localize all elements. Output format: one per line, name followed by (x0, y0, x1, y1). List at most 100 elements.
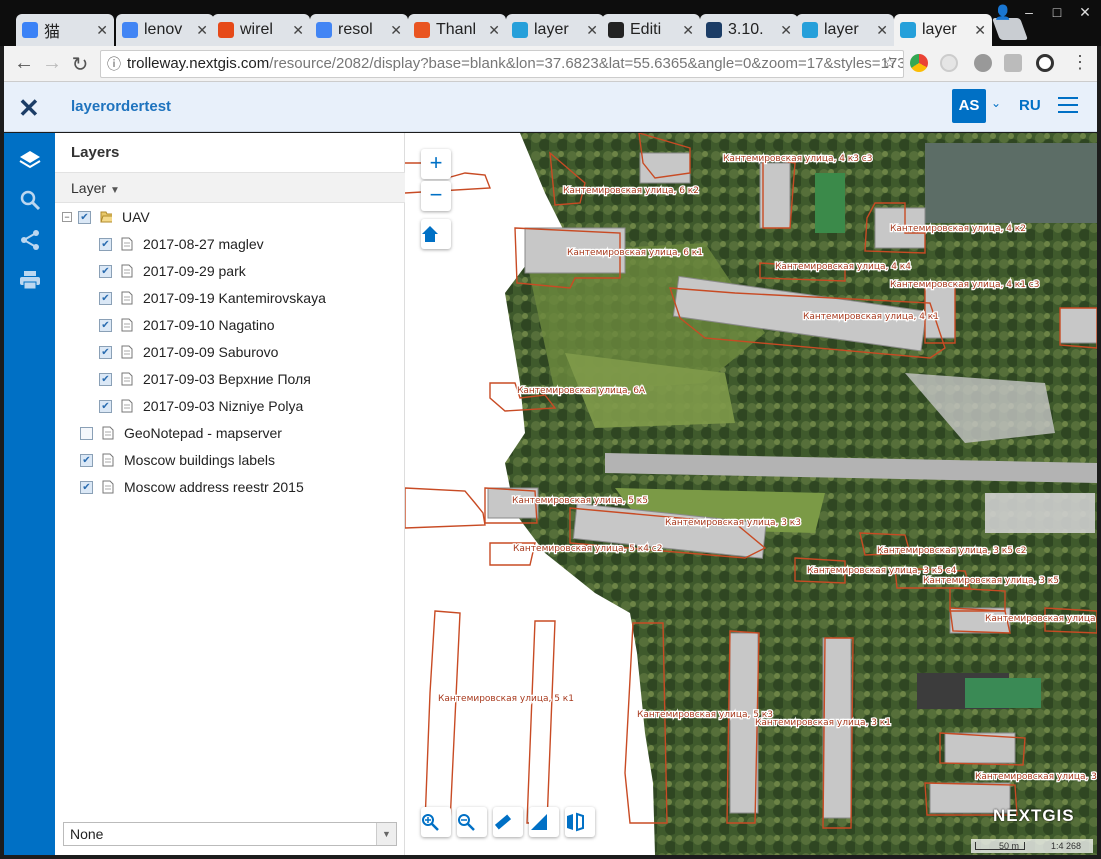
layers-panel: Layers Layer ▼ − ✔ UAV ✔ 2017-08-27 maglev ✔ 20… (55, 133, 405, 855)
layer-row[interactable]: ✔ 2017-09-09 Saburovo (99, 340, 278, 364)
layer-checkbox[interactable]: ✔ (99, 237, 112, 251)
layer-row[interactable]: ✔ Moscow buildings labels (80, 448, 275, 472)
browser-tab[interactable]: layer ✕ (506, 14, 604, 46)
forward-icon[interactable]: → (40, 52, 64, 75)
bottom-select[interactable]: None ▼ (63, 822, 397, 846)
ruler-icon (494, 814, 512, 830)
address-bar[interactable]: ⓘ trolleway.nextgis.com/resource/2082/di… (100, 50, 904, 78)
layer-row[interactable]: ✔ Moscow address reestr 2015 (80, 475, 304, 499)
language-switch[interactable]: RU (1019, 97, 1041, 114)
tab-close-icon[interactable]: ✕ (586, 22, 598, 39)
browser-window: 猫 ✕ lenov ✕ wirel ✕ resol ✕ Thanl ✕ layer ✕ Editi ✕ 3.… (0, 0, 1101, 859)
browser-tab[interactable]: resol ✕ (310, 14, 408, 46)
back-icon[interactable]: ← (12, 52, 36, 75)
zoom-out-button[interactable]: − (421, 181, 451, 211)
extension-circle-icon[interactable] (940, 54, 958, 72)
building-address-label: Кантемировская улица, 4 к2 (890, 224, 1026, 234)
minimize-icon[interactable]: – (1016, 2, 1042, 22)
browser-tab[interactable]: layer ✕ (796, 14, 894, 46)
layer-checkbox[interactable]: ✔ (99, 345, 112, 359)
browser-tab[interactable]: layer ✕ (894, 14, 992, 46)
layer-checkbox[interactable]: ✔ (80, 453, 93, 467)
layer-dropdown-label: Layer (71, 180, 107, 196)
home-icon (422, 226, 438, 242)
reload-icon[interactable]: ↻ (68, 52, 92, 77)
zoom-in-tool-button[interactable] (421, 807, 451, 837)
share-icon[interactable] (18, 229, 42, 253)
layers-icon[interactable] (18, 149, 42, 173)
window-close-icon[interactable]: ✕ (1072, 2, 1098, 22)
tab-close-icon[interactable]: ✕ (682, 22, 694, 39)
layer-checkbox[interactable] (80, 426, 93, 440)
layer-label: Moscow address reestr 2015 (124, 479, 304, 495)
tab-close-icon[interactable]: ✕ (292, 22, 304, 39)
layer-row[interactable]: GeoNotepad - mapserver (80, 421, 282, 445)
extension-chat-icon[interactable] (1004, 54, 1022, 72)
browser-tab[interactable]: lenov ✕ (116, 14, 214, 46)
layer-label: 2017-09-19 Kantemirovskaya (143, 290, 326, 306)
layer-label: GeoNotepad - mapserver (124, 425, 282, 441)
google-icon (122, 22, 138, 38)
tab-close-icon[interactable]: ✕ (488, 22, 500, 39)
tab-label: Thanl (436, 21, 477, 38)
layer-checkbox[interactable]: ✔ (99, 318, 112, 332)
layer-row[interactable]: ✔ 2017-09-10 Nagatino (99, 313, 275, 337)
layer-row[interactable]: ✔ 2017-09-19 Kantemirovskaya (99, 286, 326, 310)
chrome-extension-icon[interactable] (910, 54, 928, 72)
browser-tab[interactable]: 3.10. ✕ (700, 14, 798, 46)
layer-group-label: UAV (122, 209, 150, 225)
layer-row[interactable]: ✔ 2017-09-03 Nizniye Polya (99, 394, 303, 418)
measure-distance-button[interactable] (493, 807, 523, 837)
tab-close-icon[interactable]: ✕ (876, 22, 888, 39)
layer-group-row[interactable]: − ✔ UAV (62, 205, 150, 229)
browser-tab[interactable]: Thanl ✕ (408, 14, 506, 46)
layer-row[interactable]: ✔ 2017-09-29 park (99, 259, 246, 283)
tab-strip: 猫 ✕ lenov ✕ wirel ✕ resol ✕ Thanl ✕ layer ✕ Editi ✕ 3.… (0, 0, 1101, 46)
hamburger-menu-icon[interactable] (1058, 97, 1078, 113)
measure-area-button[interactable] (529, 807, 559, 837)
site-info-icon[interactable]: ⓘ (107, 51, 121, 77)
collapse-toggle-icon[interactable]: − (62, 212, 72, 222)
bookmark-star-icon[interactable]: ☆ (883, 51, 897, 77)
search-icon[interactable] (18, 189, 42, 213)
user-avatar-button[interactable]: AS (952, 89, 986, 123)
url-path: /resource/2082/display?base=blank&lon=37… (269, 55, 904, 72)
user-profile-icon[interactable]: 👤 (990, 2, 1016, 22)
swipe-tool-button[interactable] (565, 807, 595, 837)
browser-tab[interactable]: wirel ✕ (212, 14, 310, 46)
layer-checkbox[interactable]: ✔ (99, 399, 112, 413)
tab-close-icon[interactable]: ✕ (196, 22, 208, 39)
file-icon (102, 453, 114, 467)
map-canvas[interactable]: Кантемировская улица, 4 к3 с3 Кантемировс… (405, 133, 1097, 855)
zoom-in-button[interactable]: + (421, 149, 451, 179)
layer-dropdown[interactable]: Layer ▼ (71, 180, 120, 196)
browser-tab[interactable]: Editi ✕ (602, 14, 700, 46)
layer-checkbox[interactable]: ✔ (99, 372, 112, 386)
layer-checkbox[interactable]: ✔ (80, 480, 93, 494)
layer-row[interactable]: ✔ 2017-08-27 maglev (99, 232, 264, 256)
zoom-out-tool-button[interactable] (457, 807, 487, 837)
layer-row[interactable]: ✔ 2017-09-03 Верхние Поля (99, 367, 311, 391)
layer-checkbox[interactable]: ✔ (78, 210, 91, 224)
tab-close-icon[interactable]: ✕ (96, 22, 108, 39)
extension-download-icon[interactable] (974, 54, 992, 72)
map-view[interactable]: Кантемировская улица, 4 к3 с3 Кантемировс… (405, 133, 1097, 855)
layer-label: 2017-09-10 Nagatino (143, 317, 275, 333)
building-address-label: Кантемировская улица, 4 к1 (803, 312, 939, 322)
globe-icon (802, 22, 818, 38)
print-icon[interactable] (18, 269, 42, 293)
layer-checkbox[interactable]: ✔ (99, 264, 112, 278)
browser-tab[interactable]: 猫 ✕ (16, 14, 114, 46)
extension-sync-icon[interactable] (1036, 54, 1054, 72)
maximize-icon[interactable]: □ (1044, 2, 1070, 22)
chevron-down-icon[interactable]: ⌄ (991, 96, 1001, 110)
nextgis-logo-icon[interactable]: ✕ (18, 93, 40, 124)
tab-close-icon[interactable]: ✕ (390, 22, 402, 39)
layer-checkbox[interactable]: ✔ (99, 291, 112, 305)
home-extent-button[interactable] (421, 219, 451, 249)
tab-label: 3.10. (728, 21, 764, 38)
browser-menu-icon[interactable]: ⋮ (1068, 52, 1092, 73)
tab-close-icon[interactable]: ✕ (780, 22, 792, 39)
tab-label: layer (824, 21, 859, 38)
tab-close-icon[interactable]: ✕ (974, 22, 986, 39)
